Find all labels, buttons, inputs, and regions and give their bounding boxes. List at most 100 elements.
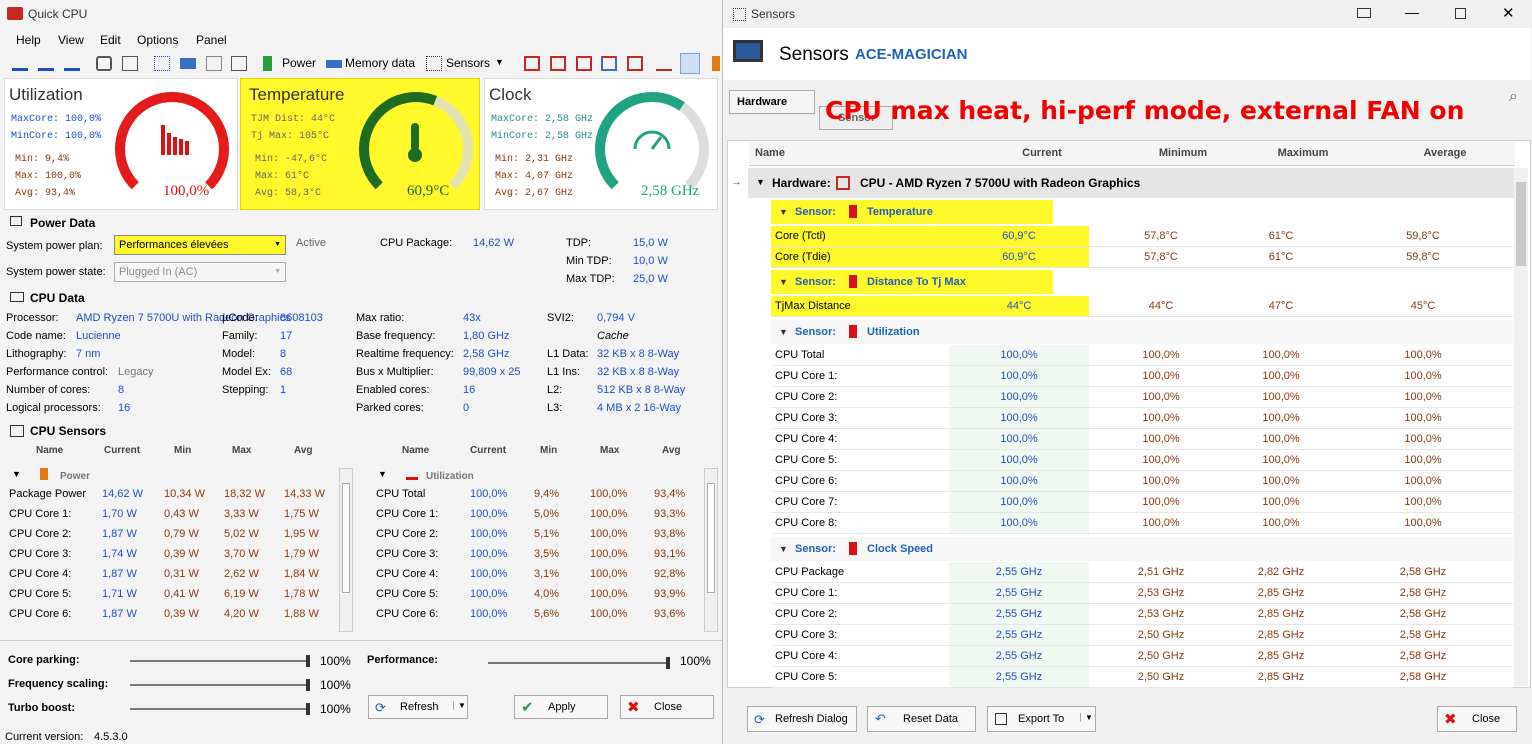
cpu-chip-icon bbox=[836, 176, 850, 190]
settings-icon[interactable] bbox=[96, 56, 112, 71]
refresh-button[interactable]: ⟳ Refresh ▼ bbox=[368, 695, 468, 719]
chevron-down-icon[interactable]: ▼ bbox=[453, 701, 466, 710]
refresh-dialog-button[interactable]: ⟳ Refresh Dialog bbox=[747, 706, 857, 732]
frequency-scaling-slider[interactable] bbox=[130, 684, 310, 686]
window-red-1-icon[interactable] bbox=[524, 56, 540, 71]
collapse-icon[interactable]: ▼ bbox=[779, 277, 788, 287]
close-window-icon[interactable]: ✕ bbox=[1502, 4, 1515, 22]
sensor-group-header[interactable]: ▼ Sensor: Clock Speed bbox=[771, 537, 1513, 561]
sensor-group-header[interactable]: ▼ Sensor: Utilization bbox=[771, 320, 1513, 344]
sensor-group-header[interactable]: ▼ Sensor: Temperature bbox=[771, 200, 1053, 224]
collapse-icon[interactable]: ▼ bbox=[779, 207, 788, 217]
menu-help[interactable]: Help bbox=[16, 33, 41, 47]
collapse-icon[interactable]: ▼ bbox=[12, 469, 21, 479]
scrollbar[interactable] bbox=[339, 468, 353, 632]
sensors-button[interactable]: Sensors bbox=[446, 56, 490, 70]
power-button[interactable]: Power bbox=[282, 56, 316, 70]
bars-small-icon[interactable] bbox=[12, 56, 28, 71]
table-row[interactable]: CPU Core 2: 100,0% 100,0% 100,0% 100,0% bbox=[771, 387, 1513, 408]
col-average[interactable]: Average bbox=[1353, 147, 1532, 159]
export-button[interactable]: Export To ▼ bbox=[987, 706, 1096, 732]
table-cell: 100,0% bbox=[949, 513, 1089, 533]
window-red-3-icon[interactable] bbox=[576, 56, 592, 71]
frequency-scaling-thumb[interactable] bbox=[306, 679, 310, 691]
performance-thumb[interactable] bbox=[666, 657, 670, 669]
cpu-cache-value: 4 MB x 2 16-Way bbox=[597, 402, 681, 414]
hardware-row[interactable]: ▼ Hardware: CPU - AMD Ryzen 7 5700U with… bbox=[748, 168, 1514, 198]
col-maximum[interactable]: Maximum bbox=[1253, 147, 1353, 159]
scroll-thumb[interactable] bbox=[1516, 182, 1526, 266]
table-row[interactable]: CPU Core 7: 100,0% 100,0% 100,0% 100,0% bbox=[771, 492, 1513, 513]
sensor-group-header[interactable]: ▼ Sensor: Distance To Tj Max bbox=[771, 270, 1053, 294]
table-row[interactable]: Core (Tctl) 60,9°C 57,8°C 61°C 59,8°C bbox=[771, 226, 1513, 247]
scrollbar[interactable] bbox=[704, 468, 718, 632]
table-row[interactable]: CPU Core 5: 100,0% 100,0% 100,0% 100,0% bbox=[771, 450, 1513, 471]
search-icon[interactable]: ⌕ bbox=[1509, 88, 1518, 106]
table-row[interactable]: CPU Core 1: 100,0% 100,0% 100,0% 100,0% bbox=[771, 366, 1513, 387]
reset-data-button[interactable]: ↶ Reset Data bbox=[867, 706, 976, 732]
collapse-icon[interactable]: ▼ bbox=[779, 544, 788, 554]
col-name[interactable]: Name bbox=[755, 147, 785, 159]
table-row[interactable]: CPU Core 1: 2,55 GHz 2,53 GHz 2,85 GHz 2,58 … bbox=[771, 583, 1513, 604]
hardware-tab[interactable]: Hardware bbox=[729, 90, 815, 114]
table-row[interactable]: CPU Core 4: 2,55 GHz 2,50 GHz 2,85 GHz 2,58 … bbox=[771, 646, 1513, 667]
power-plan-select[interactable]: Performances élevées ▼ bbox=[114, 235, 286, 255]
minimize-icon[interactable]: — bbox=[1405, 4, 1419, 20]
bars-large-icon[interactable] bbox=[64, 56, 80, 71]
snap-icon[interactable] bbox=[1357, 8, 1371, 18]
util-max: Max: 100,0% bbox=[15, 171, 82, 182]
window-red-4-icon[interactable] bbox=[627, 56, 643, 71]
table-row[interactable]: CPU Total 100,0% 100,0% 100,0% 100,0% bbox=[771, 345, 1513, 366]
sensors-close-button[interactable]: ✖ Close bbox=[1437, 706, 1517, 732]
col-minimum[interactable]: Minimum bbox=[1113, 147, 1253, 159]
apply-button[interactable]: ✔ Apply bbox=[514, 695, 608, 719]
power-icon[interactable] bbox=[263, 56, 272, 71]
collapse-icon[interactable]: ▼ bbox=[779, 327, 788, 337]
menu-view[interactable]: View bbox=[58, 33, 84, 47]
core-parking-slider[interactable] bbox=[130, 660, 310, 662]
turbo-boost-slider[interactable] bbox=[130, 708, 310, 710]
window-red-2-icon[interactable] bbox=[550, 56, 566, 71]
memory-data-button[interactable]: Memory data bbox=[345, 56, 415, 70]
maximize-icon[interactable] bbox=[1455, 8, 1466, 19]
table-row[interactable]: CPU Core 3: 2,55 GHz 2,50 GHz 2,85 GHz 2,58 … bbox=[771, 625, 1513, 646]
tune-icon[interactable] bbox=[154, 56, 170, 71]
table-scrollbar[interactable] bbox=[1514, 168, 1528, 686]
document-icon[interactable] bbox=[231, 56, 247, 71]
menu-panel[interactable]: Panel bbox=[196, 33, 227, 47]
table-row[interactable]: CPU Core 6: 100,0% 100,0% 100,0% 100,0% bbox=[771, 471, 1513, 492]
overflow-icon[interactable] bbox=[712, 56, 720, 71]
core-parking-thumb[interactable] bbox=[306, 655, 310, 667]
menu-edit[interactable]: Edit bbox=[100, 33, 121, 47]
sensors-icon[interactable] bbox=[426, 56, 442, 71]
table-row[interactable]: CPU Core 2: 2,55 GHz 2,53 GHz 2,85 GHz 2,58 … bbox=[771, 604, 1513, 625]
col-current[interactable]: Current bbox=[971, 147, 1113, 159]
chevron-down-icon[interactable]: ▼ bbox=[1080, 713, 1093, 722]
chart-line-icon[interactable] bbox=[656, 56, 672, 71]
monitor-icon[interactable] bbox=[180, 58, 196, 69]
table-row[interactable]: CPU Core 3: 100,0% 100,0% 100,0% 100,0% bbox=[771, 408, 1513, 429]
image-icon[interactable] bbox=[122, 56, 138, 71]
close-button[interactable]: ✖ Close bbox=[620, 695, 714, 719]
chevron-down-icon[interactable]: ▼ bbox=[495, 57, 504, 67]
performance-slider[interactable] bbox=[488, 662, 670, 664]
panel-toggle-icon[interactable] bbox=[680, 53, 700, 74]
scroll-thumb[interactable] bbox=[707, 483, 715, 593]
bars-medium-icon[interactable] bbox=[38, 56, 54, 71]
table-row[interactable]: Core (Tdie) 60,9°C 57,8°C 61°C 59,8°C bbox=[771, 247, 1513, 268]
memory-icon[interactable] bbox=[326, 60, 342, 68]
scroll-thumb[interactable] bbox=[342, 483, 350, 593]
table-row[interactable]: CPU Core 5: 2,55 GHz 2,50 GHz 2,85 GHz 2,58 … bbox=[771, 667, 1513, 688]
collapse-icon[interactable]: ▼ bbox=[756, 177, 765, 187]
turbo-boost-thumb[interactable] bbox=[306, 703, 310, 715]
window-split-icon[interactable] bbox=[601, 56, 617, 71]
clock-maxcore: MaxCore: 2,58 GHz bbox=[491, 114, 594, 125]
table-row[interactable]: CPU Core 4: 100,0% 100,0% 100,0% 100,0% bbox=[771, 429, 1513, 450]
collapse-icon[interactable]: ▼ bbox=[378, 469, 387, 479]
version-label: Current version: bbox=[5, 731, 84, 743]
table-row[interactable]: TjMax Distance 44°C 44°C 47°C 45°C bbox=[771, 296, 1513, 317]
edit-icon[interactable] bbox=[206, 56, 222, 71]
table-row[interactable]: CPU Package 2,55 GHz 2,51 GHz 2,82 GHz 2,58 … bbox=[771, 562, 1513, 583]
table-row[interactable]: CPU Core 8: 100,0% 100,0% 100,0% 100,0% bbox=[771, 513, 1513, 534]
menu-options[interactable]: Options bbox=[137, 33, 178, 47]
